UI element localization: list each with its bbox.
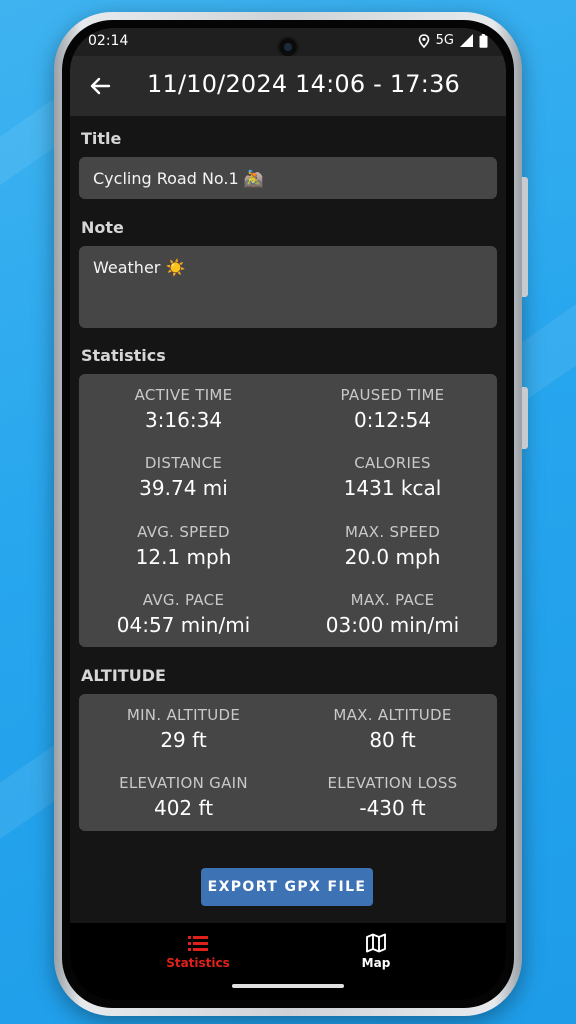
stat-calories: CALORIES 1431 kcal [288,454,497,500]
stat-label: ELEVATION GAIN [119,774,248,792]
app-bar: 11/10/2024 14:06 - 17:36 [70,56,506,116]
location-icon [418,33,429,48]
bottom-navigation: Statistics Map [70,923,506,1000]
page-title: 11/10/2024 14:06 - 17:36 [147,70,461,98]
stat-label: MAX. ALTITUDE [333,706,452,724]
stat-label: ELEVATION LOSS [327,774,458,792]
note-field[interactable]: Weather ☀️ [79,246,497,328]
list-icon [188,936,208,951]
title-label: Title [81,129,122,148]
stat-elevation-gain: ELEVATION GAIN 402 ft [79,774,288,820]
stat-elevation-loss: ELEVATION LOSS -430 ft [288,774,497,820]
stat-label: PAUSED TIME [340,386,445,404]
stat-value: 39.74 mi [139,476,228,500]
stat-value: 0:12:54 [353,408,432,432]
nav-item-statistics[interactable]: Statistics [128,933,268,970]
stat-value: 402 ft [153,796,214,820]
screen: 02:14 5G 11/10/2024 14:06 - 17:36 Title … [70,28,506,1000]
stat-label: MAX. SPEED [344,523,441,541]
stat-value: 80 ft [369,728,416,752]
front-camera [277,36,299,58]
note-input-value: Weather ☀️ [93,258,186,277]
stat-label: ACTIVE TIME [134,386,233,404]
stat-label: MAX. PACE [350,591,435,609]
signal-icon [460,34,473,47]
stat-value: 1431 kcal [343,476,442,500]
stat-label: AVG. PACE [142,591,225,609]
stat-value: 03:00 min/mi [325,613,460,637]
status-time: 02:14 [88,33,129,49]
stat-max-altitude: MAX. ALTITUDE 80 ft [288,706,497,752]
stat-avg-pace: AVG. PACE 04:57 min/mi [79,591,288,637]
stat-label: DISTANCE [144,454,223,472]
altitude-heading: ALTITUDE [81,666,166,685]
back-button[interactable] [84,70,116,102]
stat-avg-speed: AVG. SPEED 12.1 mph [79,523,288,569]
map-icon [366,933,386,953]
volume-button [522,177,528,297]
nav-label-statistics: Statistics [166,956,230,970]
stat-value: 3:16:34 [144,408,223,432]
title-field[interactable]: Cycling Road No.1 🚵 [79,157,497,199]
nav-label-map: Map [361,956,391,970]
stat-value: -430 ft [359,796,426,820]
stat-active-time: ACTIVE TIME 3:16:34 [79,386,288,432]
stat-distance: DISTANCE 39.74 mi [79,454,288,500]
stat-max-speed: MAX. SPEED 20.0 mph [288,523,497,569]
stat-value: 29 ft [160,728,207,752]
status-icons: 5G [418,33,488,48]
altitude-card: MIN. ALTITUDE 29 ft MAX. ALTITUDE 80 ft … [79,694,497,831]
statistics-heading: Statistics [81,346,166,365]
status-bar: 02:14 5G [70,28,506,58]
network-type: 5G [435,33,454,48]
stat-value: 04:57 min/mi [116,613,251,637]
home-indicator[interactable] [232,984,344,988]
stat-value: 20.0 mph [344,545,441,569]
statistics-card: ACTIVE TIME 3:16:34 PAUSED TIME 0:12:54 … [79,374,497,647]
stat-min-altitude: MIN. ALTITUDE 29 ft [79,706,288,752]
main-content: Title Cycling Road No.1 🚵 Note Weather ☀… [70,116,506,923]
nav-item-map[interactable]: Map [306,933,446,970]
stat-label: CALORIES [354,454,431,472]
stat-value: 12.1 mph [135,545,232,569]
power-button [522,387,528,449]
phone-frame: 02:14 5G 11/10/2024 14:06 - 17:36 Title … [54,12,528,1016]
stat-paused-time: PAUSED TIME 0:12:54 [288,386,497,432]
export-gpx-button[interactable]: EXPORT GPX FILE [201,868,373,906]
battery-icon [479,33,488,48]
note-label: Note [81,218,124,237]
title-input-value: Cycling Road No.1 🚵 [93,169,264,188]
stat-label: AVG. SPEED [137,523,230,541]
stat-max-pace: MAX. PACE 03:00 min/mi [288,591,497,637]
back-arrow-icon [90,77,111,95]
stat-label: MIN. ALTITUDE [126,706,241,724]
